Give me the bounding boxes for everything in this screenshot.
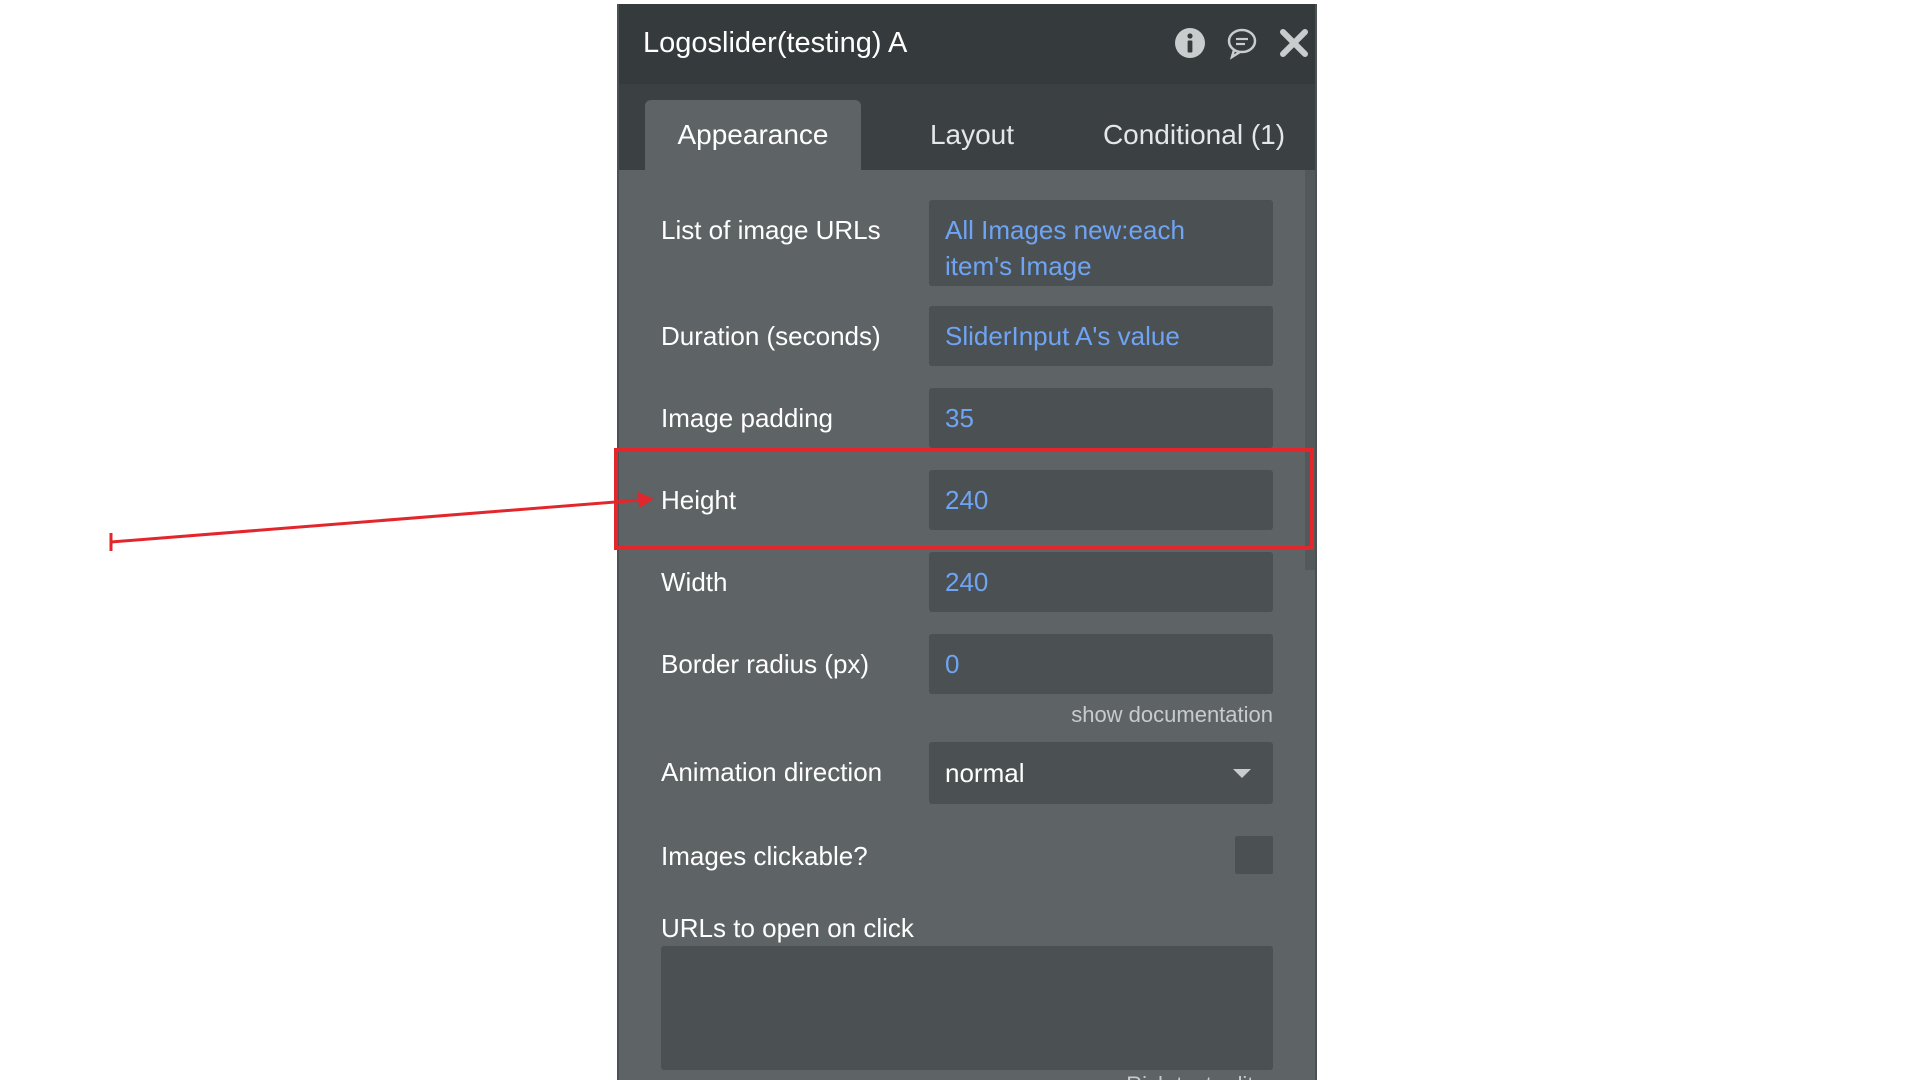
annotation-arrow (109, 492, 654, 551)
